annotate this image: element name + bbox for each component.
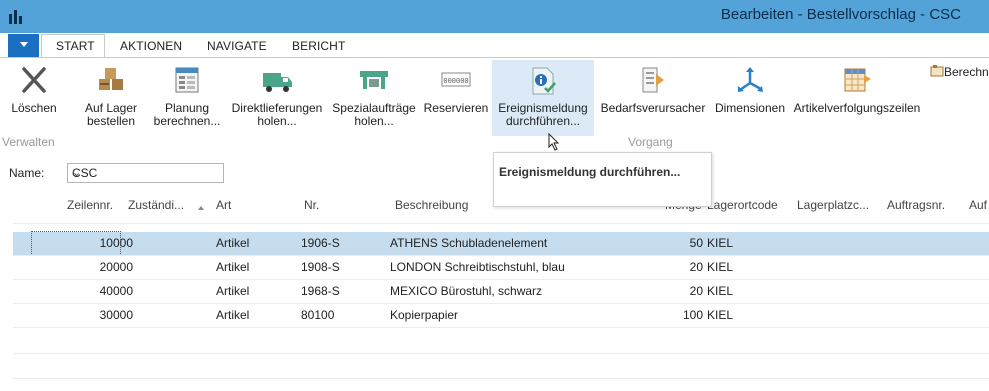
column-header-auf[interactable]: Auf (969, 198, 987, 212)
row-divider (13, 378, 989, 379)
stock-boxes-icon (99, 68, 123, 90)
table-row[interactable]: 30000 Artikel 80100 Kopierpapier 100 KIE… (13, 304, 989, 327)
cell-type: Artikel (216, 284, 250, 298)
demand-originator-icon (642, 67, 664, 93)
cell-focus-indicator (31, 231, 121, 256)
chevron-down-icon[interactable]: ⌄ (72, 166, 219, 179)
calculate-small-label: Berechn (944, 65, 989, 79)
column-header-bin-code[interactable]: Lagerplatzc... (797, 198, 869, 212)
cell-no: 1906-S (301, 236, 340, 250)
cell-no: 1968-S (301, 284, 340, 298)
cell-line-no: 40000 (99, 284, 133, 298)
tab-aktionen[interactable]: AKTIONEN (120, 39, 182, 53)
group-label-process: Vorgang (628, 135, 673, 149)
column-header-description[interactable]: Beschreibung (395, 198, 468, 212)
item-tracking-lines-button[interactable]: Artikelverfolgungszeilen (790, 60, 924, 136)
tooltip-text: Ereignismeldung durchführen... (499, 165, 681, 179)
reserve-icon: 000000 (441, 72, 471, 87)
get-drop-shipment-button[interactable]: Direktlieferungen holen... (226, 60, 328, 136)
column-header-location-code[interactable]: Lagerortcode (707, 198, 778, 212)
reserve-label: Reservieren (423, 101, 489, 115)
name-label: Name: (9, 166, 45, 180)
item-tracking-icon (844, 68, 871, 92)
calculate-plan-button[interactable]: Planung berechnen... (148, 60, 226, 136)
svg-text:000000: 000000 (443, 78, 468, 86)
column-header-line-no[interactable]: Zeilennr. (67, 198, 113, 212)
header-divider (13, 223, 989, 224)
row-divider (13, 327, 989, 328)
cell-line-no: 30000 (99, 308, 133, 322)
reserve-button[interactable]: 000000 Reservieren (420, 60, 492, 136)
cell-description: MEXICO Bürostuhl, schwarz (390, 284, 543, 298)
get-drop-shipment-label: Direktlieferungen holen... (231, 101, 323, 128)
order-to-stock-button[interactable]: Auf Lager bestellen (74, 60, 148, 136)
action-message-icon (532, 67, 556, 95)
carry-out-action-message-button[interactable]: Ereignismeldung durchführen... (492, 60, 594, 136)
column-header-responsible[interactable]: Zuständi... (128, 198, 184, 212)
cell-quantity: 20 (689, 260, 703, 274)
cell-location: KIEL (707, 260, 734, 274)
cell-no: 80100 (301, 308, 335, 322)
mouse-cursor-icon (548, 133, 560, 151)
get-special-order-label: Spezialaufträge holen... (332, 101, 416, 128)
app-logo-icon (9, 10, 22, 24)
table-row[interactable]: 10000 Artikel 1906-S ATHENS Schubladenel… (13, 232, 989, 255)
group-label-manage: Verwalten (2, 135, 55, 149)
column-header-no[interactable]: Nr. (304, 198, 319, 212)
delete-button[interactable]: Löschen (2, 60, 66, 136)
tab-bericht[interactable]: BERICHT (292, 39, 345, 53)
calculate-icon (930, 65, 944, 77)
cell-description: Kopierpapier (390, 308, 459, 322)
special-order-icon (360, 71, 388, 89)
item-tracking-lines-label: Artikelverfolgungszeilen (793, 101, 921, 115)
table-row[interactable]: 20000 Artikel 1908-S LONDON Schreibtisch… (13, 256, 989, 279)
calculate-plan-label: Planung berechnen... (153, 101, 221, 128)
cell-location: KIEL (707, 308, 734, 322)
calculate-small-button[interactable]: Berechn (930, 64, 989, 82)
cell-location: KIEL (707, 236, 734, 250)
order-to-stock-label: Auf Lager bestellen (84, 101, 138, 128)
title-bar: Bearbeiten - Bestellvorschlag - CSC (0, 0, 989, 33)
order-tracking-button[interactable]: Bedarfsverursacher (594, 60, 712, 136)
delete-button-label: Löschen (11, 101, 57, 115)
table-row[interactable]: 40000 Artikel 1968-S MEXICO Bürostuhl, s… (13, 280, 989, 303)
column-header-order-no[interactable]: Auftragsnr. (887, 198, 945, 212)
tooltip: Ereignismeldung durchführen... (493, 152, 712, 207)
dimensions-icon (738, 67, 763, 92)
tab-navigate[interactable]: NAVIGATE (207, 39, 267, 53)
cell-location: KIEL (707, 284, 734, 298)
delete-x-icon (22, 67, 46, 93)
window-title: Bearbeiten - Bestellvorschlag - CSC (720, 6, 961, 23)
cell-description: ATHENS Schubladenelement (390, 236, 548, 250)
cell-type: Artikel (216, 308, 250, 322)
app-menu-button[interactable] (8, 34, 39, 57)
cell-quantity: 100 (682, 308, 703, 322)
sort-ascending-icon (198, 206, 204, 210)
cell-no: 1908-S (301, 260, 340, 274)
planning-sheet-icon (175, 67, 199, 93)
cell-type: Artikel (216, 260, 250, 274)
dimensions-button[interactable]: Dimensionen (710, 60, 790, 136)
name-dropdown[interactable]: CSC ⌄ (67, 163, 224, 183)
cell-quantity: 20 (689, 284, 703, 298)
column-header-type[interactable]: Art (216, 198, 231, 212)
truck-icon (263, 73, 292, 92)
get-special-order-button[interactable]: Spezialaufträge holen... (328, 60, 420, 136)
order-tracking-label: Bedarfsverursacher (600, 101, 706, 115)
carry-out-action-message-label: Ereignismeldung durchführen... (498, 101, 588, 128)
row-divider (13, 353, 989, 354)
dimensions-label: Dimensionen (714, 101, 786, 115)
cell-type: Artikel (216, 236, 250, 250)
cell-quantity: 50 (689, 236, 703, 250)
tab-start[interactable]: START (56, 39, 95, 53)
cell-description: LONDON Schreibtischstuhl, blau (390, 260, 565, 274)
cell-line-no: 20000 (99, 260, 133, 274)
